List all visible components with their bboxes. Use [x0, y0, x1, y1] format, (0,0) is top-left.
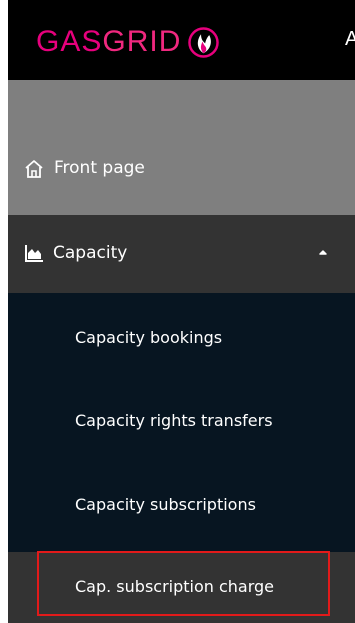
home-icon [25, 160, 43, 178]
logo-text-grid: GRID [102, 25, 182, 58]
area-chart-icon [25, 245, 43, 262]
nav-item-front-page-label: Front page [54, 158, 145, 178]
nav-subitem-capacity-bookings[interactable]: Capacity bookings [8, 311, 355, 367]
nav-subitem-label: Capacity subscriptions [75, 495, 256, 514]
nav-item-capacity[interactable]: Capacity [8, 215, 355, 293]
gasgrid-logo[interactable]: GAS GRID [36, 25, 220, 59]
nav-subitem-capacity-subscriptions[interactable]: Capacity subscriptions [8, 478, 355, 534]
nav-item-front-page[interactable]: Front page [8, 140, 355, 196]
nav-subitem-cap-subscription-charge[interactable]: Cap. subscription charge [8, 552, 355, 623]
nav-subitem-capacity-rights-transfers[interactable]: Capacity rights transfers [8, 394, 355, 450]
sidebar: GAS GRID A Front page Capacity Capacity b… [8, 0, 355, 623]
nav-subitem-label: Capacity bookings [75, 328, 223, 347]
topbar: GAS GRID A [8, 0, 355, 80]
nav-subitem-label: Capacity rights transfers [75, 411, 273, 430]
gasgrid-flame-icon [188, 26, 220, 58]
topbar-truncated-text: A [345, 28, 355, 50]
logo-text-gas: GAS [36, 25, 103, 58]
nav-subitem-label: Cap. subscription charge [75, 577, 275, 596]
chevron-up-icon[interactable] [317, 246, 329, 258]
nav-item-capacity-label: Capacity [53, 243, 128, 263]
